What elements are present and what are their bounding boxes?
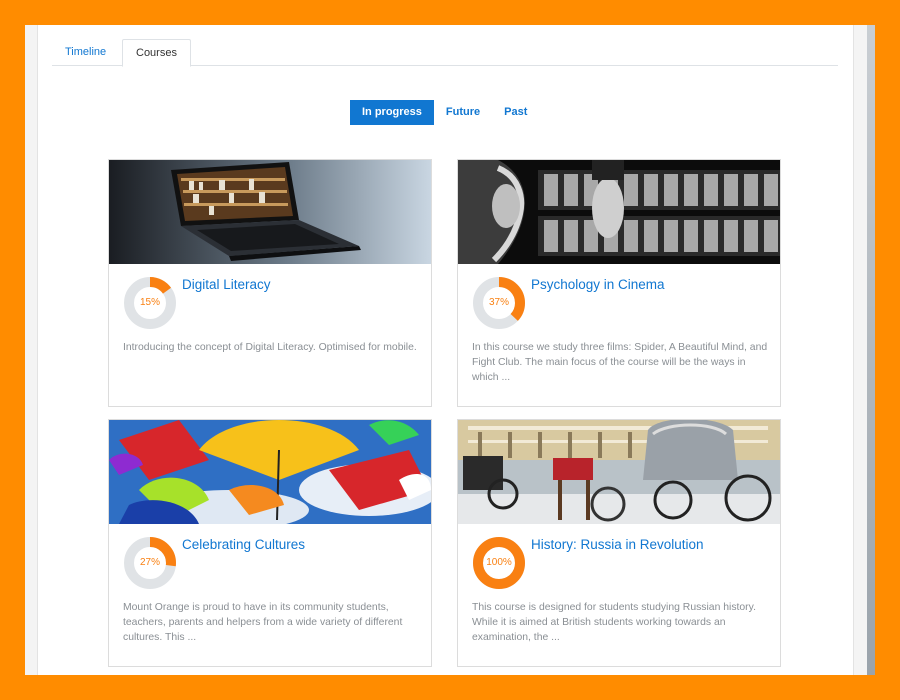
window-edge [867, 25, 875, 675]
course-filter-pills: In progress Future Past [350, 100, 539, 125]
course-card[interactable]: 37% Psychology in Cinema In this course … [457, 159, 781, 407]
laptop-image[interactable] [109, 160, 431, 264]
course-card[interactable]: 27% Celebrating Cultures Mount Orange is… [108, 419, 432, 667]
overview-tabs: Timeline Courses [52, 39, 838, 67]
course-card[interactable]: 100% History: Russia in Revolution This … [457, 419, 781, 667]
progress-percent: 15% [139, 297, 160, 308]
progress-percent: 100% [486, 557, 512, 568]
progress-percent: 27% [139, 557, 160, 568]
course-title-link[interactable]: Psychology in Cinema [531, 277, 665, 292]
course-card[interactable]: 15% Digital Literacy Introducing the con… [108, 159, 432, 407]
film-strip-image[interactable] [458, 160, 780, 264]
filter-past[interactable]: Past [492, 100, 539, 125]
progress-percent: 37% [488, 297, 509, 308]
course-title-link[interactable]: Digital Literacy [182, 277, 271, 292]
course-description: In this course we study three films: Spi… [472, 342, 768, 383]
course-overview-block: Timeline Courses In progressFuturePast [37, 25, 854, 675]
filter-in-progress[interactable]: In progress [350, 100, 434, 125]
course-title-link[interactable]: History: Russia in Revolution [531, 537, 704, 552]
tab-courses[interactable]: Courses [122, 39, 191, 67]
umbrellas-image[interactable] [109, 420, 431, 524]
course-description: Introducing the concept of Digital Liter… [123, 342, 417, 353]
course-description: Mount Orange is proud to have in its com… [123, 602, 403, 643]
course-description: This course is designed for students stu… [472, 602, 756, 643]
filter-future[interactable]: Future [434, 100, 492, 125]
tab-timeline[interactable]: Timeline [52, 39, 119, 65]
course-title-link[interactable]: Celebrating Cultures [182, 537, 305, 552]
horse-carriage-image[interactable] [458, 420, 780, 524]
browser-viewport: Timeline Courses In progressFuturePast [25, 25, 875, 675]
